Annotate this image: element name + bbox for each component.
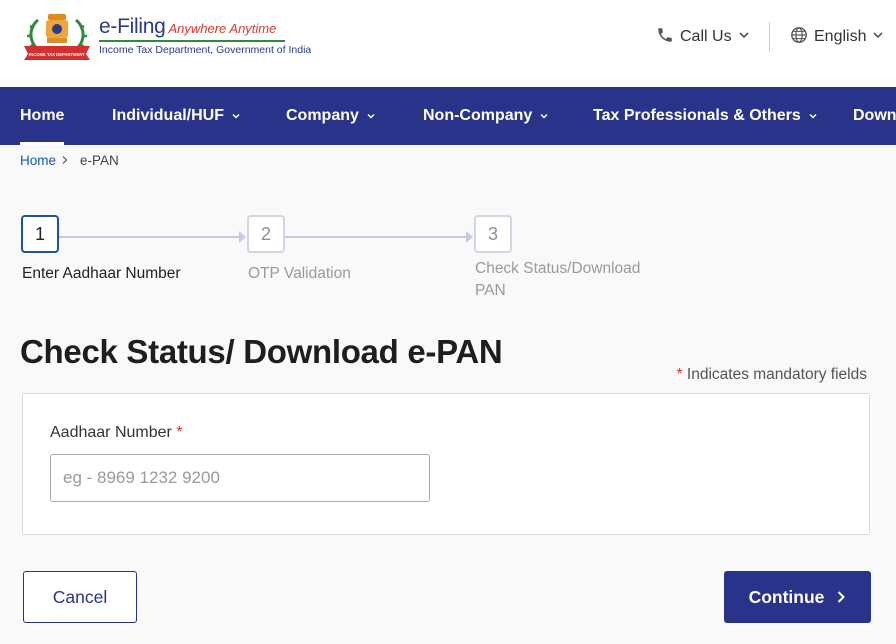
main-nav: Home Individual/HUF Company Non-Company …	[0, 87, 896, 145]
required-star: *	[176, 424, 183, 441]
nav-item-label: Home	[20, 107, 65, 124]
cancel-button[interactable]: Cancel	[23, 571, 137, 623]
step-number: 3	[487, 223, 498, 244]
mandatory-note: * Indicates mandatory fields	[677, 366, 867, 384]
brand[interactable]: e-Filing Anywhere Anytime Income Tax Depa…	[99, 15, 311, 56]
page-title: Check Status/ Download e-PAN	[20, 333, 503, 370]
nav-item-label: Tax Professionals & Others	[593, 107, 801, 124]
continue-button[interactable]: Continue	[724, 571, 871, 623]
step-number: 2	[260, 223, 271, 244]
emblem-logo[interactable]: INCOME TAX DEPARTMENT	[20, 8, 94, 62]
chevron-down-icon	[367, 113, 375, 119]
call-us-label: Call Us	[680, 28, 732, 45]
cancel-button-label: Cancel	[52, 586, 108, 607]
aadhaar-number-input[interactable]	[50, 454, 430, 502]
chevron-down-icon	[540, 113, 548, 119]
brand-subtitle: Income Tax Department, Government of Ind…	[99, 44, 312, 56]
mandatory-note-text: Indicates mandatory fields	[686, 366, 867, 383]
step-1-label: Enter Aadhaar Number	[22, 265, 181, 282]
continue-button-label: Continue	[748, 586, 825, 607]
nav-item-label: Individual/HUF	[112, 107, 224, 124]
phone-icon	[656, 26, 674, 49]
required-star: *	[676, 366, 683, 383]
chevron-down-icon	[232, 113, 240, 119]
globe-icon	[790, 26, 808, 49]
chevron-right-icon	[61, 154, 69, 168]
nav-item-company[interactable]: Company	[286, 87, 376, 145]
nav-item-home[interactable]: Home	[20, 87, 65, 145]
header-divider	[769, 22, 770, 52]
step-3-label-line2: PAN	[475, 282, 506, 299]
step-connector	[285, 236, 467, 238]
breadcrumb-home-link[interactable]: Home	[20, 153, 56, 168]
breadcrumb: Home e-PAN	[20, 153, 119, 168]
nav-item-downloads[interactable]: Downloads	[853, 87, 896, 145]
breadcrumb-current: e-PAN	[80, 153, 119, 168]
step-3-label-line1: Check Status/Download	[475, 260, 641, 277]
brand-rule	[99, 40, 285, 42]
emblem-ribbon-text: INCOME TAX DEPARTMENT	[29, 52, 85, 57]
site-header: INCOME TAX DEPARTMENT e-Filing Anywhere A…	[0, 0, 896, 87]
brand-name: e-Filing	[99, 15, 166, 38]
nav-item-label: Company	[286, 107, 359, 124]
step-3-label: Check Status/Download PAN	[475, 258, 640, 302]
nav-item-label: Non-Company	[423, 107, 533, 124]
nav-item-non-company[interactable]: Non-Company	[423, 87, 549, 145]
chevron-down-icon	[738, 28, 750, 46]
step-2-indicator: 2	[247, 215, 285, 253]
nav-item-tax-professionals[interactable]: Tax Professionals & Others	[593, 87, 818, 145]
chevron-down-icon	[809, 113, 817, 119]
arrow-right-icon	[466, 231, 473, 243]
arrow-right-icon	[239, 231, 246, 243]
nav-item-label: Downloads	[853, 107, 896, 124]
language-selector[interactable]: English	[790, 26, 884, 48]
step-1-indicator: 1	[21, 215, 59, 253]
call-us-menu[interactable]: Call Us	[656, 26, 750, 48]
step-connector	[59, 236, 240, 238]
chevron-right-icon	[838, 591, 846, 603]
step-3-indicator: 3	[474, 215, 512, 253]
aadhaar-field-label: Aadhaar Number *	[50, 424, 183, 442]
language-label: English	[814, 28, 867, 45]
step-2-label: OTP Validation	[248, 265, 351, 282]
step-number: 1	[34, 223, 45, 244]
chevron-down-icon	[872, 28, 884, 46]
brand-tagline: Anywhere Anytime	[168, 21, 277, 36]
nav-item-individual-huf[interactable]: Individual/HUF	[112, 87, 241, 145]
aadhaar-label-text: Aadhaar Number	[50, 424, 172, 441]
aadhaar-form-card: Aadhaar Number *	[22, 393, 870, 535]
